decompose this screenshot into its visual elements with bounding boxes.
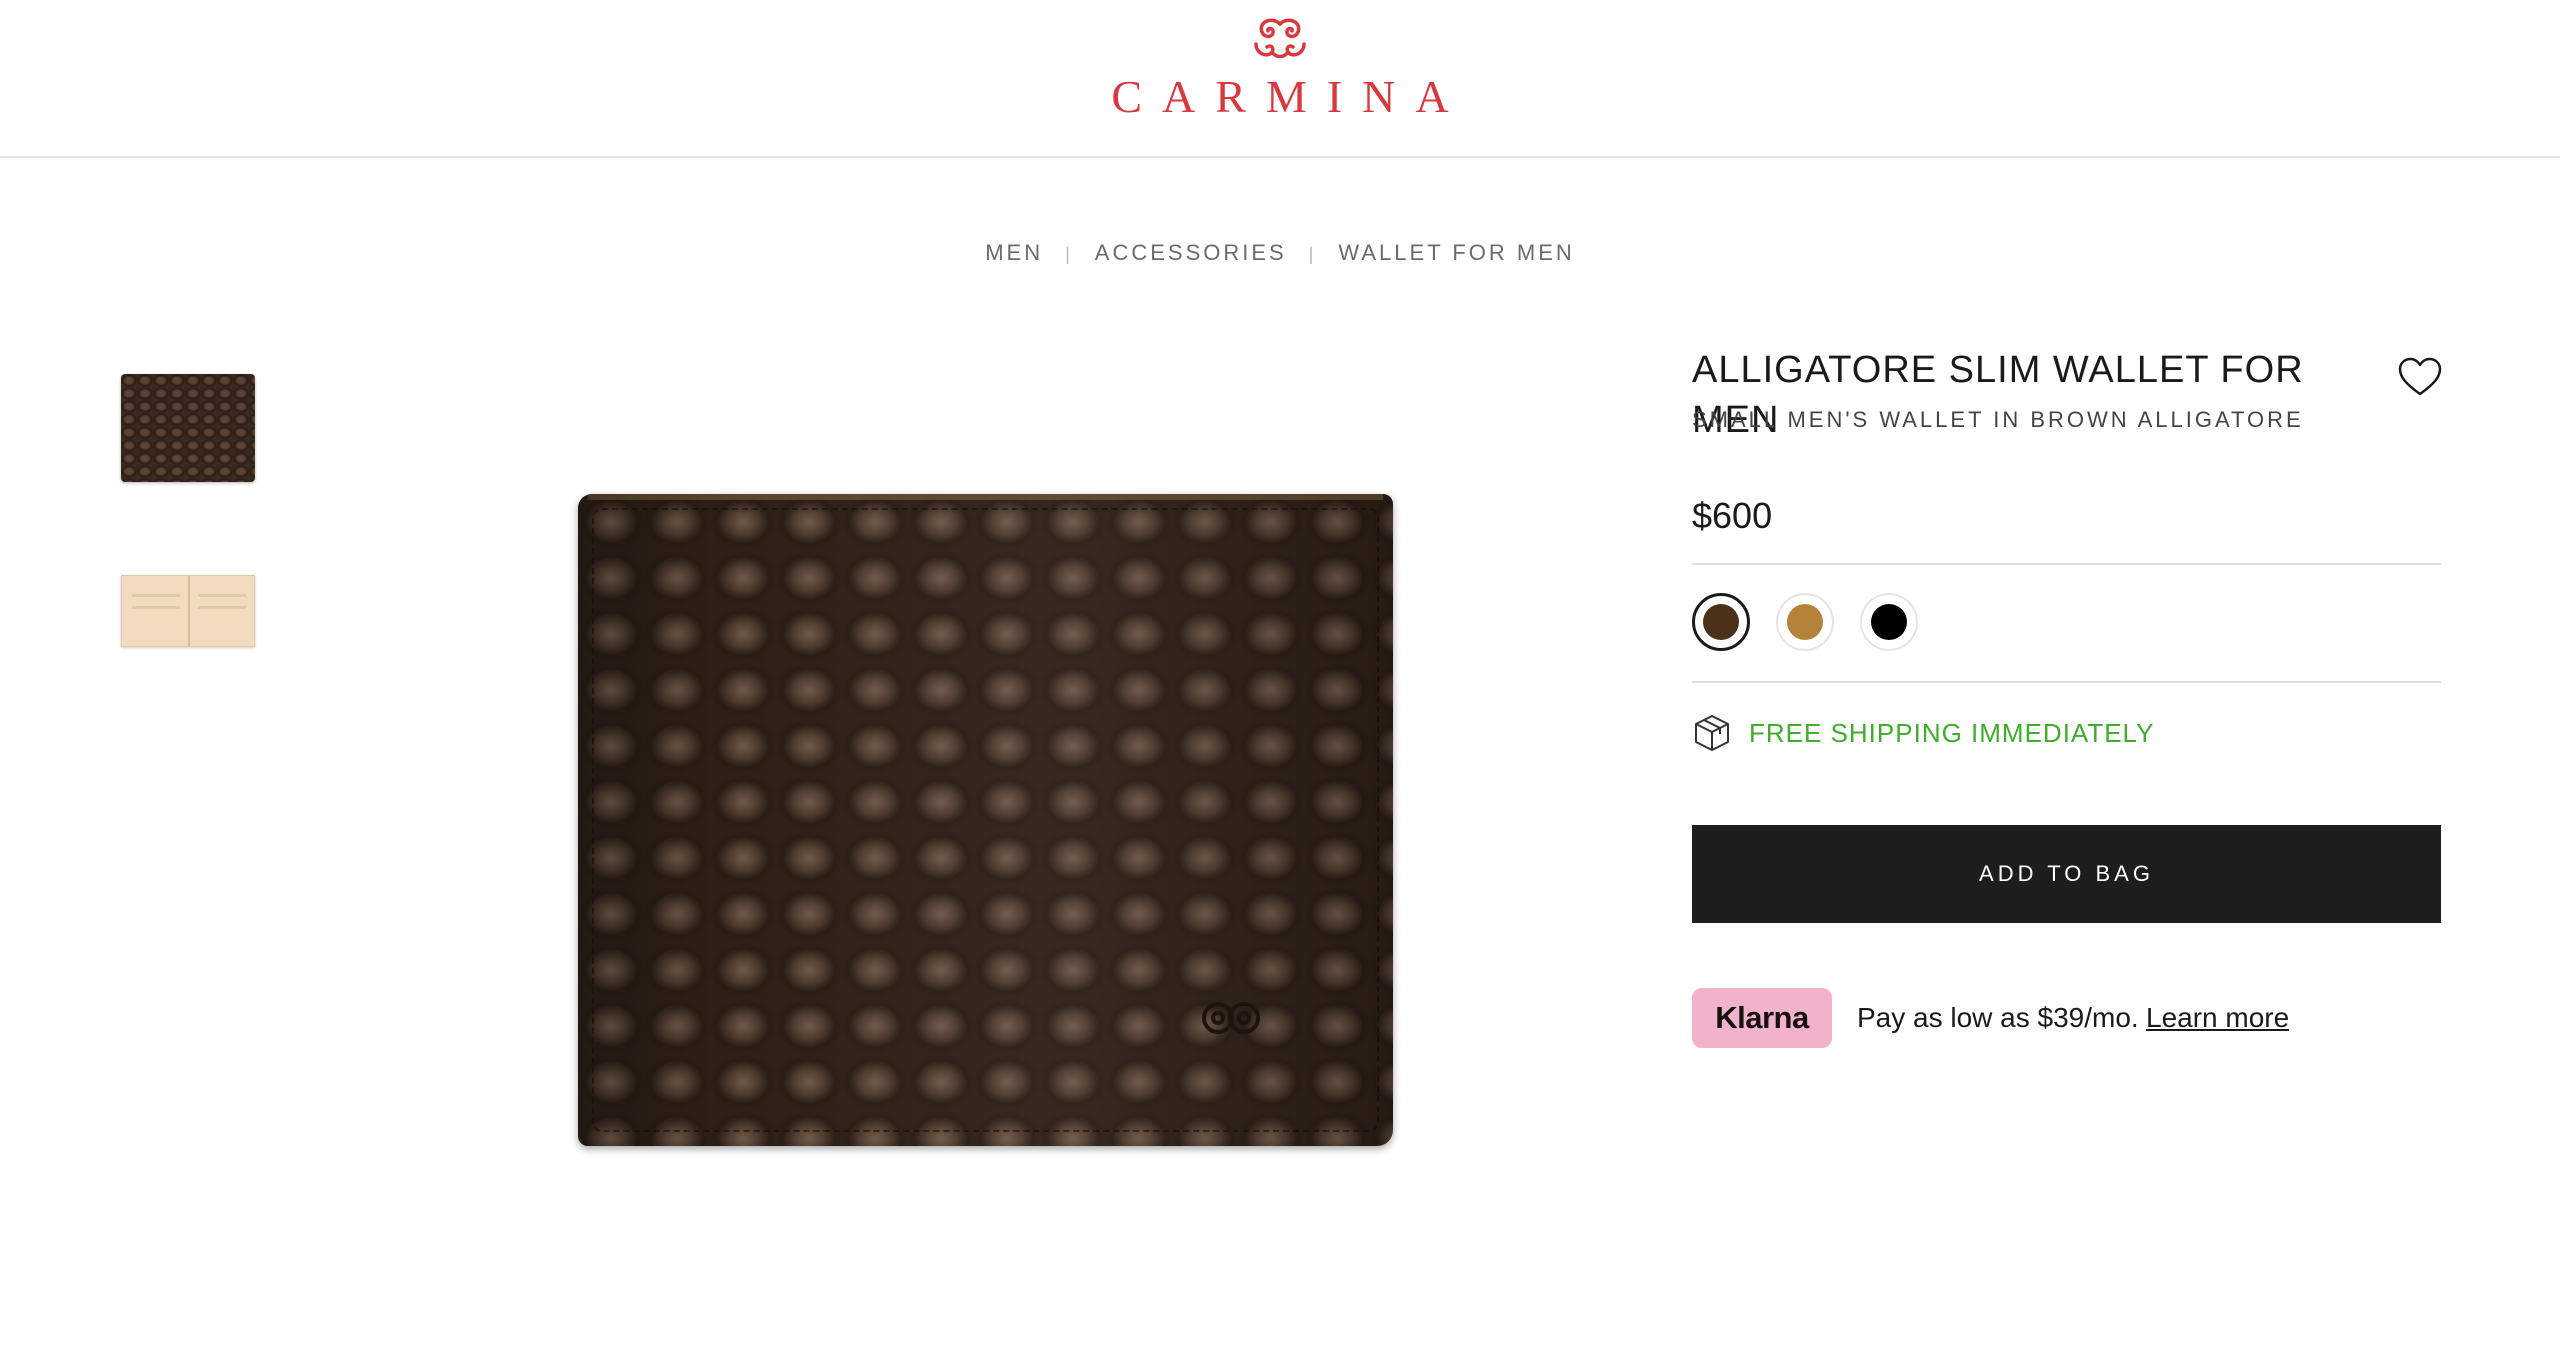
color-swatch-cognac[interactable] [1776, 593, 1834, 651]
product-subtitle: SMALL MEN'S WALLET IN BROWN ALLIGATORE [1692, 407, 2304, 432]
gallery-thumbnail-open-wallet[interactable] [121, 575, 255, 647]
brand-logo-mark-icon [1254, 18, 1306, 59]
brand-name: CARMINA [1111, 71, 1469, 122]
color-swatch-black[interactable] [1860, 593, 1918, 651]
wallet-open-thumbnail-image [121, 575, 255, 647]
klarna-installment-text: Pay as low as $39/mo. [1857, 1002, 2139, 1033]
brand-logo[interactable]: CARMINA [1000, 18, 1560, 128]
heart-icon [2398, 357, 2442, 396]
site-header: CARMINA [0, 0, 2560, 158]
product-price: $600 [1692, 495, 1773, 536]
swatch-color-dot [1787, 604, 1823, 640]
wishlist-button[interactable] [2396, 354, 2444, 402]
breadcrumb-separator: | [1308, 244, 1317, 264]
klarna-learn-more-link[interactable]: Learn more [2146, 1000, 2289, 1036]
gallery-thumbnail-closed-wallet[interactable] [121, 374, 255, 482]
klarna-logo: Klarna [1692, 988, 1832, 1048]
breadcrumb-item-men[interactable]: MEN [985, 240, 1043, 265]
color-swatch-brown[interactable] [1692, 593, 1750, 651]
embossed-logo-icon [1202, 1002, 1260, 1034]
breadcrumb-item-accessories[interactable]: ACCESSORIES [1095, 240, 1287, 265]
shipping-text: FREE SHIPPING IMMEDIATELY [1749, 718, 2155, 748]
brown-alligator-wallet-image [578, 494, 1393, 1146]
swatch-color-dot [1871, 604, 1907, 640]
swatch-color-dot [1703, 604, 1739, 640]
product-main-image[interactable] [578, 494, 1393, 1146]
breadcrumb-separator: | [1065, 244, 1073, 264]
breadcrumb: MEN | ACCESSORIES | WALLET FOR MEN [0, 236, 2560, 271]
divider [1692, 563, 2441, 565]
box-icon [1695, 715, 1729, 751]
divider [1692, 681, 2441, 683]
add-to-bag-button[interactable]: ADD TO BAG [1692, 825, 2441, 923]
wallet-closed-thumbnail-image [121, 374, 255, 482]
breadcrumb-item-wallet-for-men[interactable]: WALLET FOR MEN [1338, 240, 1574, 265]
